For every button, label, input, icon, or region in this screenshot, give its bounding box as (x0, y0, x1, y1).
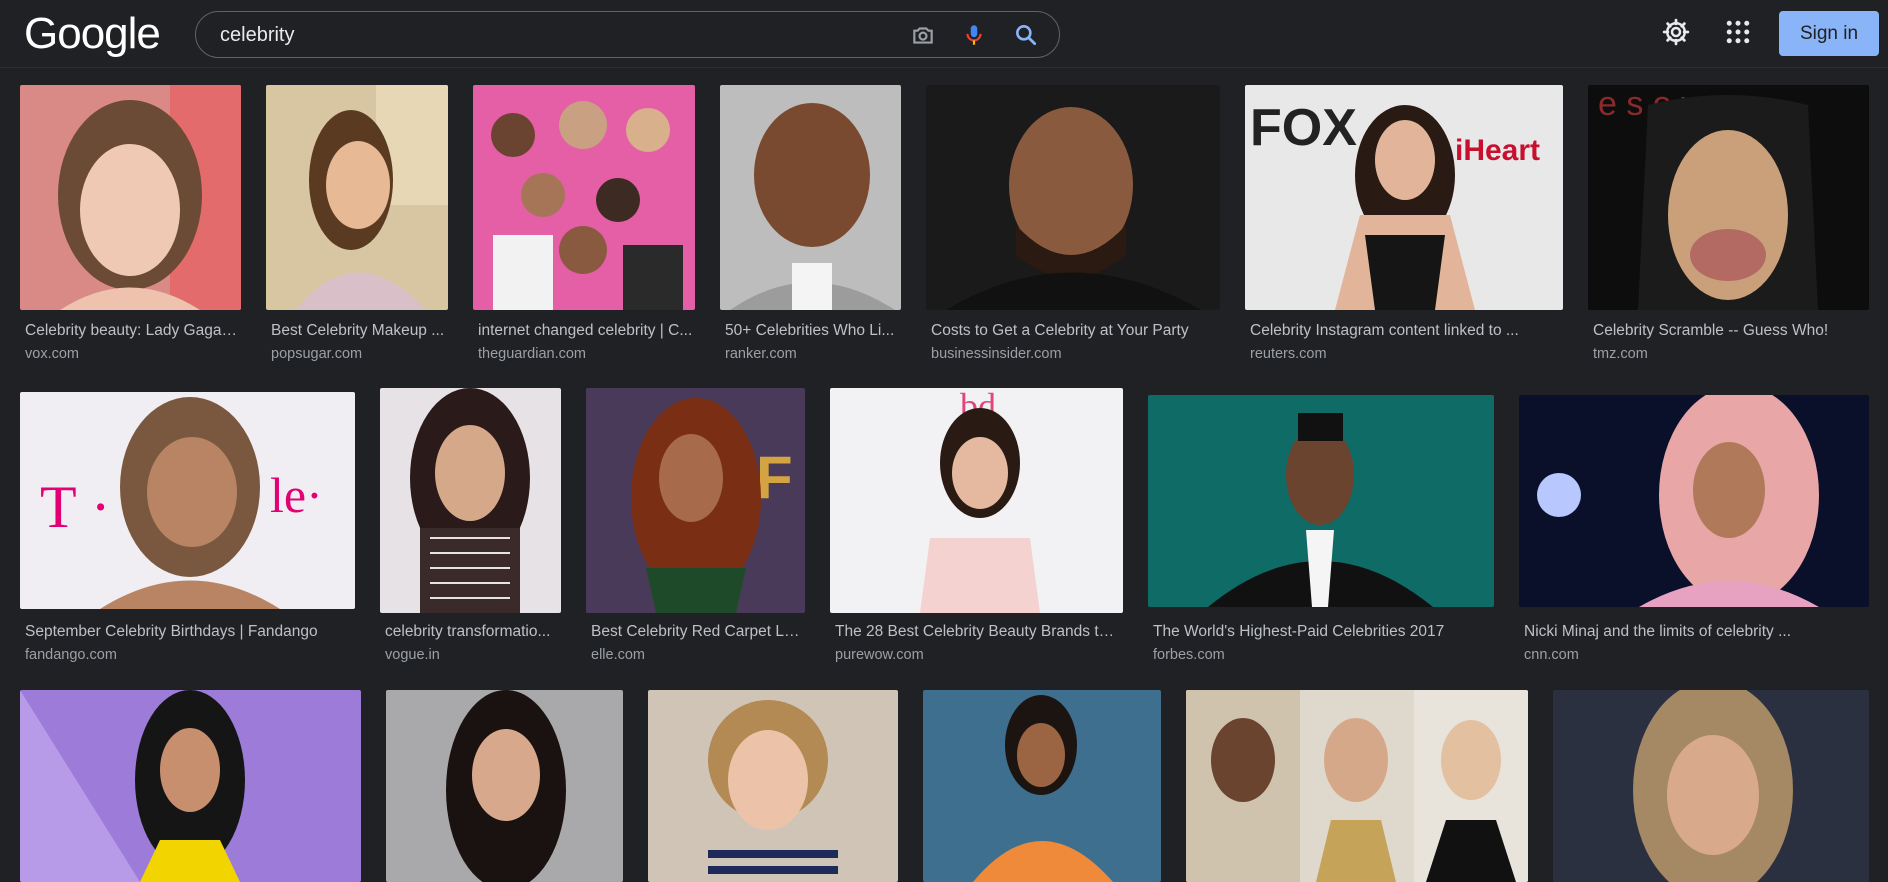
result-image[interactable] (720, 85, 901, 310)
result-source: forbes.com (1153, 647, 1225, 663)
result-caption[interactable]: Nicki Minaj and the limits of celebrity … (1524, 623, 1868, 641)
result-image[interactable] (1519, 395, 1869, 607)
result-source: cnn.com (1524, 647, 1579, 663)
result-image[interactable]: FOX iHeart (1245, 85, 1563, 310)
svg-text:F: F (756, 444, 793, 511)
search-icon[interactable] (1013, 22, 1039, 48)
result-image[interactable] (1186, 690, 1528, 882)
result-source: businessinsider.com (931, 346, 1062, 362)
result-image[interactable] (648, 690, 898, 882)
scrollbar[interactable] (1880, 68, 1888, 882)
result-image[interactable] (266, 85, 448, 310)
result-caption[interactable]: 50+ Celebrities Who Li... (725, 322, 900, 340)
result-caption[interactable]: Best Celebrity Makeup ... (271, 322, 447, 340)
result-image[interactable]: F (586, 388, 805, 613)
mic-icon[interactable] (961, 22, 987, 48)
result-caption[interactable]: internet changed celebrity | C... (478, 322, 694, 340)
result-source: purewow.com (835, 647, 924, 663)
svg-text:iHeart: iHeart (1455, 134, 1540, 167)
result-source: vox.com (25, 346, 79, 362)
camera-icon[interactable] (910, 22, 936, 48)
svg-text:FOX: FOX (1250, 99, 1357, 157)
result-caption[interactable]: September Celebrity Birthdays | Fandango (25, 623, 354, 641)
result-source: popsugar.com (271, 346, 363, 362)
result-image[interactable] (380, 388, 561, 613)
result-caption[interactable]: The World's Highest-Paid Celebrities 201… (1153, 623, 1493, 641)
search-box[interactable] (195, 11, 1060, 58)
result-caption[interactable]: Celebrity beauty: Lady Gaga, ... (25, 322, 240, 340)
result-image[interactable]: e s o y (1588, 85, 1869, 310)
gear-icon[interactable] (1661, 17, 1691, 47)
result-source: theguardian.com (478, 346, 587, 362)
result-image[interactable] (1148, 395, 1494, 607)
google-logo[interactable]: Google (24, 12, 161, 56)
result-caption[interactable]: celebrity transformatio... (385, 623, 560, 641)
result-source: tmz.com (1593, 346, 1648, 362)
svg-text:T ·: T · (40, 474, 111, 540)
result-caption[interactable]: Celebrity Instagram content linked to ..… (1250, 322, 1562, 340)
result-image[interactable] (1553, 690, 1869, 882)
result-image[interactable]: T · le· (20, 392, 355, 609)
sign-in-button[interactable]: Sign in (1779, 11, 1879, 56)
search-input[interactable] (220, 22, 880, 48)
result-source: fandango.com (25, 647, 117, 663)
result-image[interactable] (386, 690, 623, 882)
result-caption[interactable]: Celebrity Scramble -- Guess Who! (1593, 322, 1868, 340)
result-image[interactable]: bd (830, 388, 1123, 613)
result-source: ranker.com (725, 346, 797, 362)
apps-grid-icon[interactable] (1723, 17, 1753, 47)
top-bar: Google Sign in (0, 0, 1888, 68)
result-caption[interactable]: The 28 Best Celebrity Beauty Brands to .… (835, 623, 1122, 641)
result-image[interactable] (473, 85, 695, 310)
result-source: reuters.com (1250, 346, 1327, 362)
result-image[interactable] (20, 85, 241, 310)
result-image[interactable] (926, 85, 1220, 310)
svg-text:le·: le· (270, 467, 323, 523)
result-image[interactable] (923, 690, 1161, 882)
result-source: vogue.in (385, 647, 440, 663)
result-source: elle.com (591, 647, 645, 663)
result-caption[interactable]: Best Celebrity Red Carpet Lo... (591, 623, 804, 641)
result-image[interactable] (20, 690, 361, 882)
result-caption[interactable]: Costs to Get a Celebrity at Your Party (931, 322, 1219, 340)
